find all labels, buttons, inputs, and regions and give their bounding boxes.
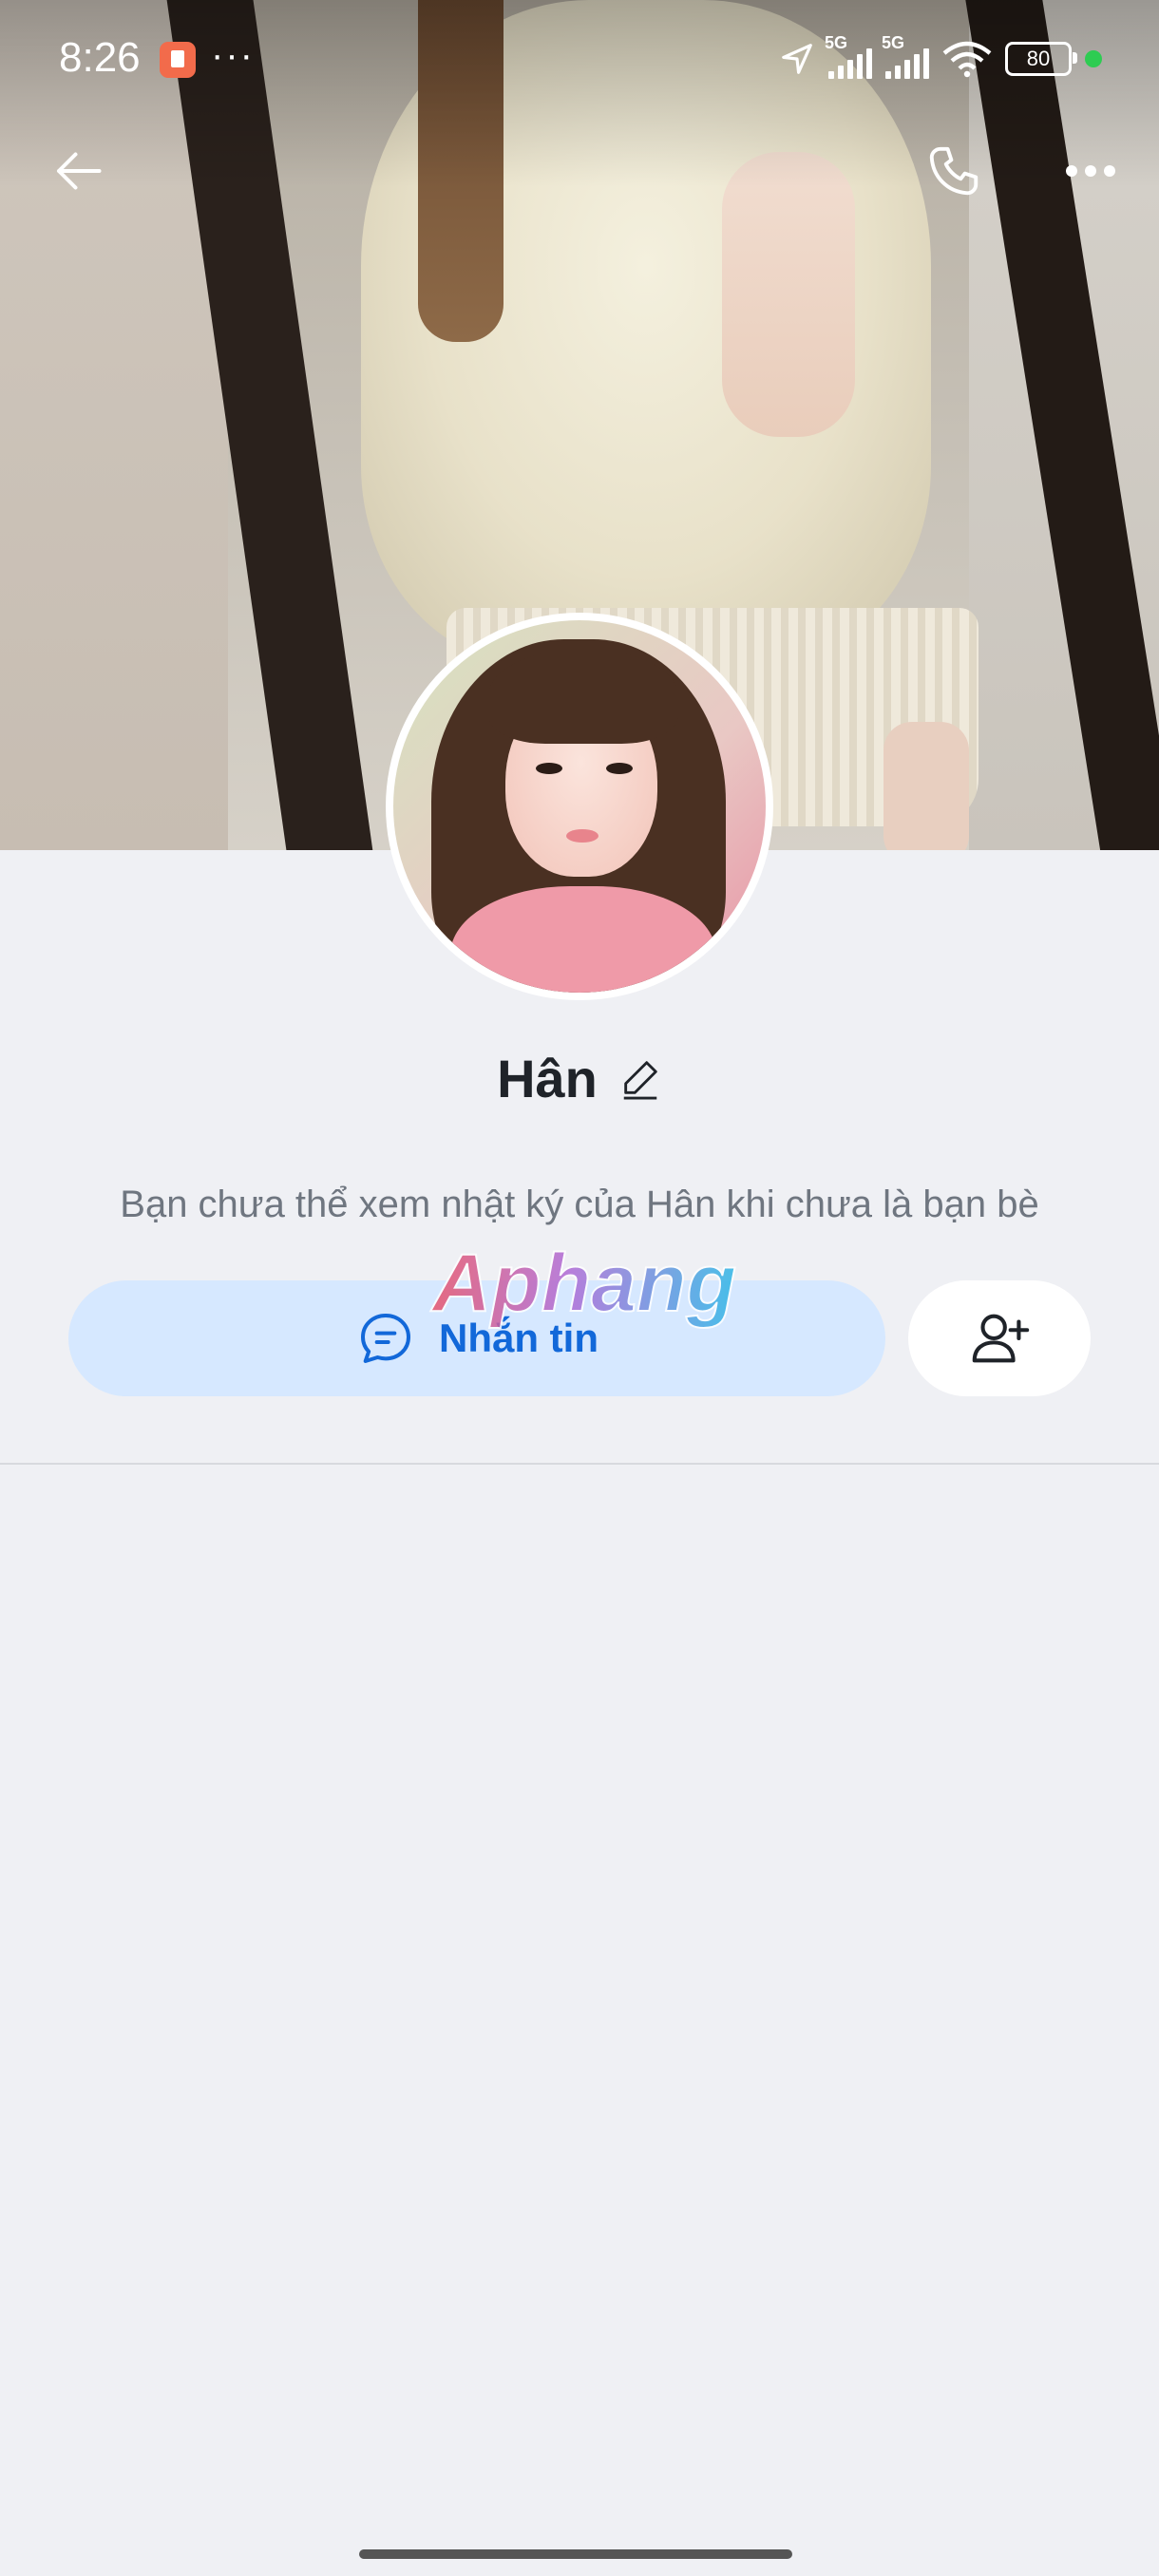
battery-icon: 80 xyxy=(1005,42,1077,76)
profile-name-row: Hân xyxy=(0,1045,1159,1111)
more-horizontal-icon xyxy=(1066,165,1115,177)
watermark-text: Aphang xyxy=(430,1238,736,1329)
profile-privacy-notice: Bạn chưa thể xem nhật ký của Hân khi chư… xyxy=(120,1184,1039,1225)
status-more-dots: ··· xyxy=(211,34,255,76)
back-button[interactable] xyxy=(40,133,116,209)
section-divider xyxy=(0,1463,1159,1465)
pencil-icon xyxy=(623,1061,657,1100)
status-indicators: 5G 5G 80 xyxy=(779,32,1102,85)
cellular-signal-icon-2: 5G xyxy=(882,33,929,79)
status-time: 8:26 xyxy=(59,34,141,81)
watermark-logo: Aphang xyxy=(429,1237,737,1330)
avatar-eye-left xyxy=(536,763,562,774)
chat-bubble-icon xyxy=(361,1314,410,1363)
profile-name: Hân xyxy=(497,1048,598,1108)
avatar-eye-right xyxy=(606,763,633,774)
cellular-signal-icon: 5G xyxy=(825,33,872,79)
home-indicator[interactable] xyxy=(359,2549,792,2559)
avatar-photo xyxy=(393,620,766,993)
network-type-label-2: 5G xyxy=(882,33,905,52)
add-friend-button[interactable] xyxy=(908,1280,1091,1396)
avatar-bangs xyxy=(488,649,678,744)
avatar[interactable] xyxy=(386,613,773,1000)
add-user-icon xyxy=(972,1314,1030,1363)
avatar-lips xyxy=(566,829,598,843)
privacy-indicator-dot xyxy=(1085,50,1102,67)
status-bar: 8:26 ··· 5G 5G 80 xyxy=(0,0,1159,114)
phone-icon xyxy=(929,146,978,196)
call-button[interactable] xyxy=(916,133,992,209)
network-type-label: 5G xyxy=(825,33,848,52)
location-arrow-icon xyxy=(782,44,812,74)
wifi-icon xyxy=(942,41,992,78)
notification-app-icon xyxy=(160,42,196,78)
battery-level: 80 xyxy=(1026,47,1051,70)
edit-name-button[interactable] xyxy=(618,1056,662,1100)
more-options-button[interactable] xyxy=(1053,133,1129,209)
arrow-left-icon xyxy=(57,152,102,190)
